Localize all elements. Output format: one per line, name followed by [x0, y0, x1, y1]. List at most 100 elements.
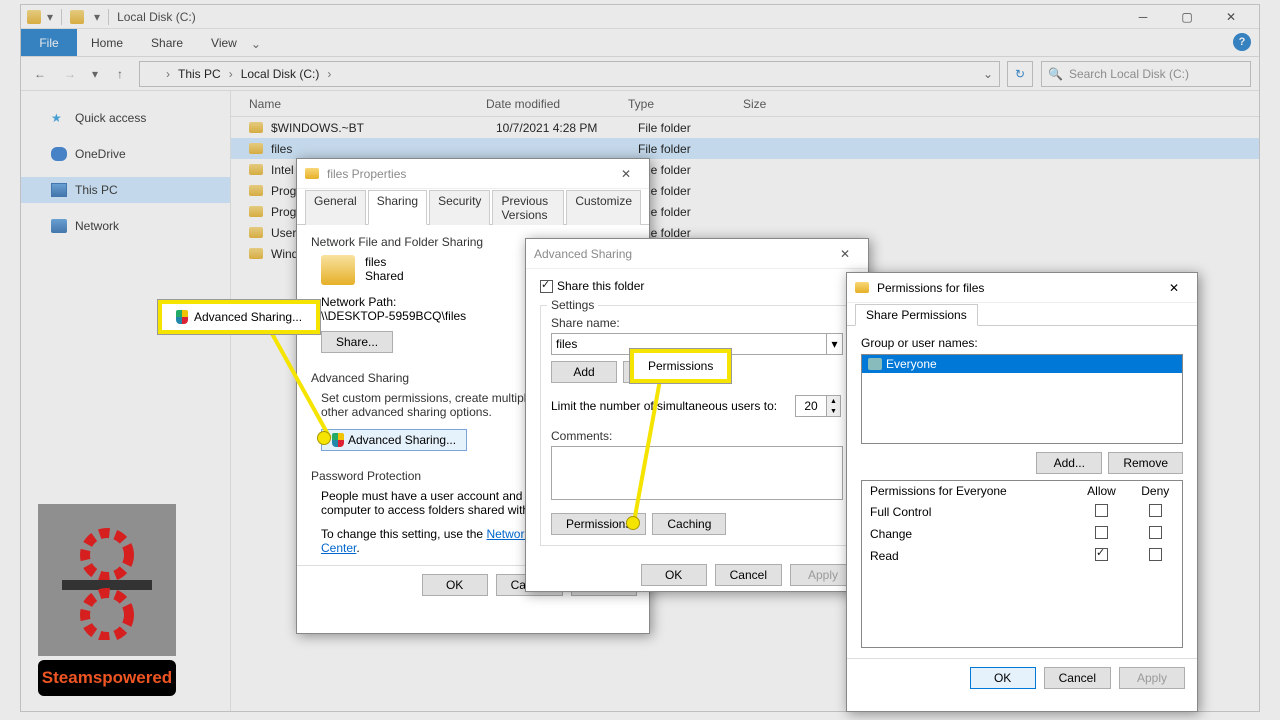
tab-customize[interactable]: Customize [566, 190, 641, 225]
add-share-button[interactable]: Add [551, 361, 617, 383]
user-name: Everyone [886, 357, 937, 371]
button-label: Advanced Sharing... [348, 433, 456, 447]
advanced-sharing-dialog: Advanced Sharing ✕ Share this folder Set… [525, 238, 869, 592]
group-label: Group or user names: [861, 336, 1183, 350]
recent-dropdown[interactable]: ▾ [89, 63, 101, 85]
crumb-drive[interactable]: Local Disk (C:) [239, 67, 322, 81]
caching-button[interactable]: Caching [652, 513, 726, 535]
close-button[interactable]: ✕ [611, 167, 641, 181]
shield-icon [176, 310, 188, 324]
col-size[interactable]: Size [743, 97, 823, 111]
allow-checkbox[interactable] [1095, 548, 1108, 561]
folder-icon [855, 282, 869, 293]
nav-quick-access[interactable]: ★Quick access [21, 105, 230, 131]
tab-security[interactable]: Security [429, 190, 490, 225]
crumb-thispc[interactable]: This PC [176, 67, 223, 81]
ok-button[interactable]: OK [422, 574, 488, 596]
forward-button[interactable]: → [59, 63, 81, 85]
history-dropdown-icon[interactable]: ⌄ [983, 67, 993, 81]
deny-checkbox[interactable] [1149, 504, 1162, 517]
ok-button[interactable]: OK [641, 564, 707, 586]
cancel-button[interactable]: Cancel [1044, 667, 1111, 689]
nav-label: Network [75, 219, 119, 233]
chevron-right-icon[interactable]: › [325, 67, 333, 81]
search-placeholder: Search Local Disk (C:) [1069, 67, 1189, 81]
back-button[interactable]: ← [29, 63, 51, 85]
checkbox-label: Share this folder [557, 279, 644, 293]
cancel-button[interactable]: Cancel [715, 564, 782, 586]
col-date[interactable]: Date modified [486, 97, 628, 111]
tab-file[interactable]: File [21, 29, 77, 56]
limit-spinner[interactable]: ▲▼ [795, 395, 843, 417]
column-headers[interactable]: Name Date modified Type Size [231, 91, 1259, 117]
tab-view[interactable]: View [197, 29, 251, 56]
cloud-icon [51, 147, 67, 161]
close-button[interactable]: ✕ [1209, 5, 1253, 29]
deny-checkbox[interactable] [1149, 526, 1162, 539]
ribbon-expand-icon[interactable]: ⌄ [251, 37, 261, 56]
search-box[interactable]: 🔍 Search Local Disk (C:) [1041, 61, 1251, 87]
qat-caret-icon[interactable]: ▾ [94, 10, 100, 24]
remove-user-button[interactable]: Remove [1108, 452, 1183, 474]
tab-general[interactable]: General [305, 190, 366, 225]
permissions-table: Permissions for Everyone Allow Deny Full… [861, 480, 1183, 648]
dropdown-button[interactable]: ▾ [827, 333, 843, 355]
dialog-titlebar: Advanced Sharing ✕ [526, 239, 868, 269]
folder-icon [249, 206, 263, 217]
refresh-button[interactable]: ↻ [1007, 61, 1033, 87]
file-row[interactable]: files File folder [231, 138, 1259, 159]
deny-checkbox[interactable] [1149, 548, 1162, 561]
callout-label: Advanced Sharing... [194, 310, 302, 324]
tab-share-permissions[interactable]: Share Permissions [855, 304, 978, 326]
dialog-titlebar: files Properties ✕ [297, 159, 649, 189]
limit-input[interactable] [795, 395, 827, 417]
col-name[interactable]: Name [231, 97, 486, 111]
spin-up-icon[interactable]: ▲ [827, 396, 840, 406]
nav-thispc[interactable]: This PC [21, 177, 230, 203]
maximize-button[interactable]: ▢ [1165, 5, 1209, 29]
tab-home[interactable]: Home [77, 29, 137, 56]
share-folder-checkbox[interactable]: Share this folder [540, 279, 854, 293]
user-list[interactable]: Everyone [861, 354, 1183, 444]
apply-button[interactable]: Apply [1119, 667, 1185, 689]
advanced-sharing-button[interactable]: Advanced Sharing... [321, 429, 467, 451]
tab-sharing[interactable]: Sharing [368, 190, 427, 225]
spin-down-icon[interactable]: ▼ [827, 406, 840, 416]
ribbon-tabs: File Home Share View ⌄ ? [21, 29, 1259, 57]
ok-button[interactable]: OK [970, 667, 1036, 689]
tab-previous-versions[interactable]: Previous Versions [492, 190, 564, 225]
file-name: files [271, 142, 496, 156]
nav-network[interactable]: Network [21, 213, 230, 239]
callout-permissions: Permissions [630, 349, 731, 383]
file-type: File folder [638, 205, 753, 219]
minimize-button[interactable]: ─ [1121, 5, 1165, 29]
file-row[interactable]: $WINDOWS.~BT 10/7/2021 4:28 PM File fold… [231, 117, 1259, 138]
help-button[interactable]: ? [1233, 33, 1251, 51]
chevron-right-icon[interactable]: › [164, 67, 172, 81]
chevron-right-icon[interactable]: › [227, 67, 235, 81]
breadcrumb-bar[interactable]: › This PC › Local Disk (C:) › ⌄ [139, 61, 1000, 87]
qat-down-icon[interactable]: ▾ [47, 10, 53, 24]
add-user-button[interactable]: Add... [1036, 452, 1102, 474]
share-name-label: Share name: [551, 316, 843, 330]
user-entry[interactable]: Everyone [862, 355, 1182, 373]
folder-icon [249, 143, 263, 154]
nav-onedrive[interactable]: OneDrive [21, 141, 230, 167]
file-type: File folder [638, 163, 753, 177]
share-button[interactable]: Share... [321, 331, 393, 353]
up-button[interactable]: ↑ [109, 63, 131, 85]
col-type[interactable]: Type [628, 97, 743, 111]
gear-icon [38, 504, 176, 656]
close-button[interactable]: ✕ [830, 247, 860, 261]
close-button[interactable]: ✕ [1159, 281, 1189, 295]
tab-strip: General Sharing Security Previous Versio… [297, 189, 649, 225]
perm-name: Change [862, 523, 1075, 545]
file-date: 10/7/2021 4:28 PM [496, 121, 638, 135]
allow-checkbox[interactable] [1095, 504, 1108, 517]
comments-input[interactable] [551, 446, 843, 500]
search-icon: 🔍 [1048, 67, 1063, 81]
tab-share[interactable]: Share [137, 29, 197, 56]
network-icon [51, 219, 67, 233]
dialog-titlebar: Permissions for files ✕ [847, 273, 1197, 303]
allow-checkbox[interactable] [1095, 526, 1108, 539]
